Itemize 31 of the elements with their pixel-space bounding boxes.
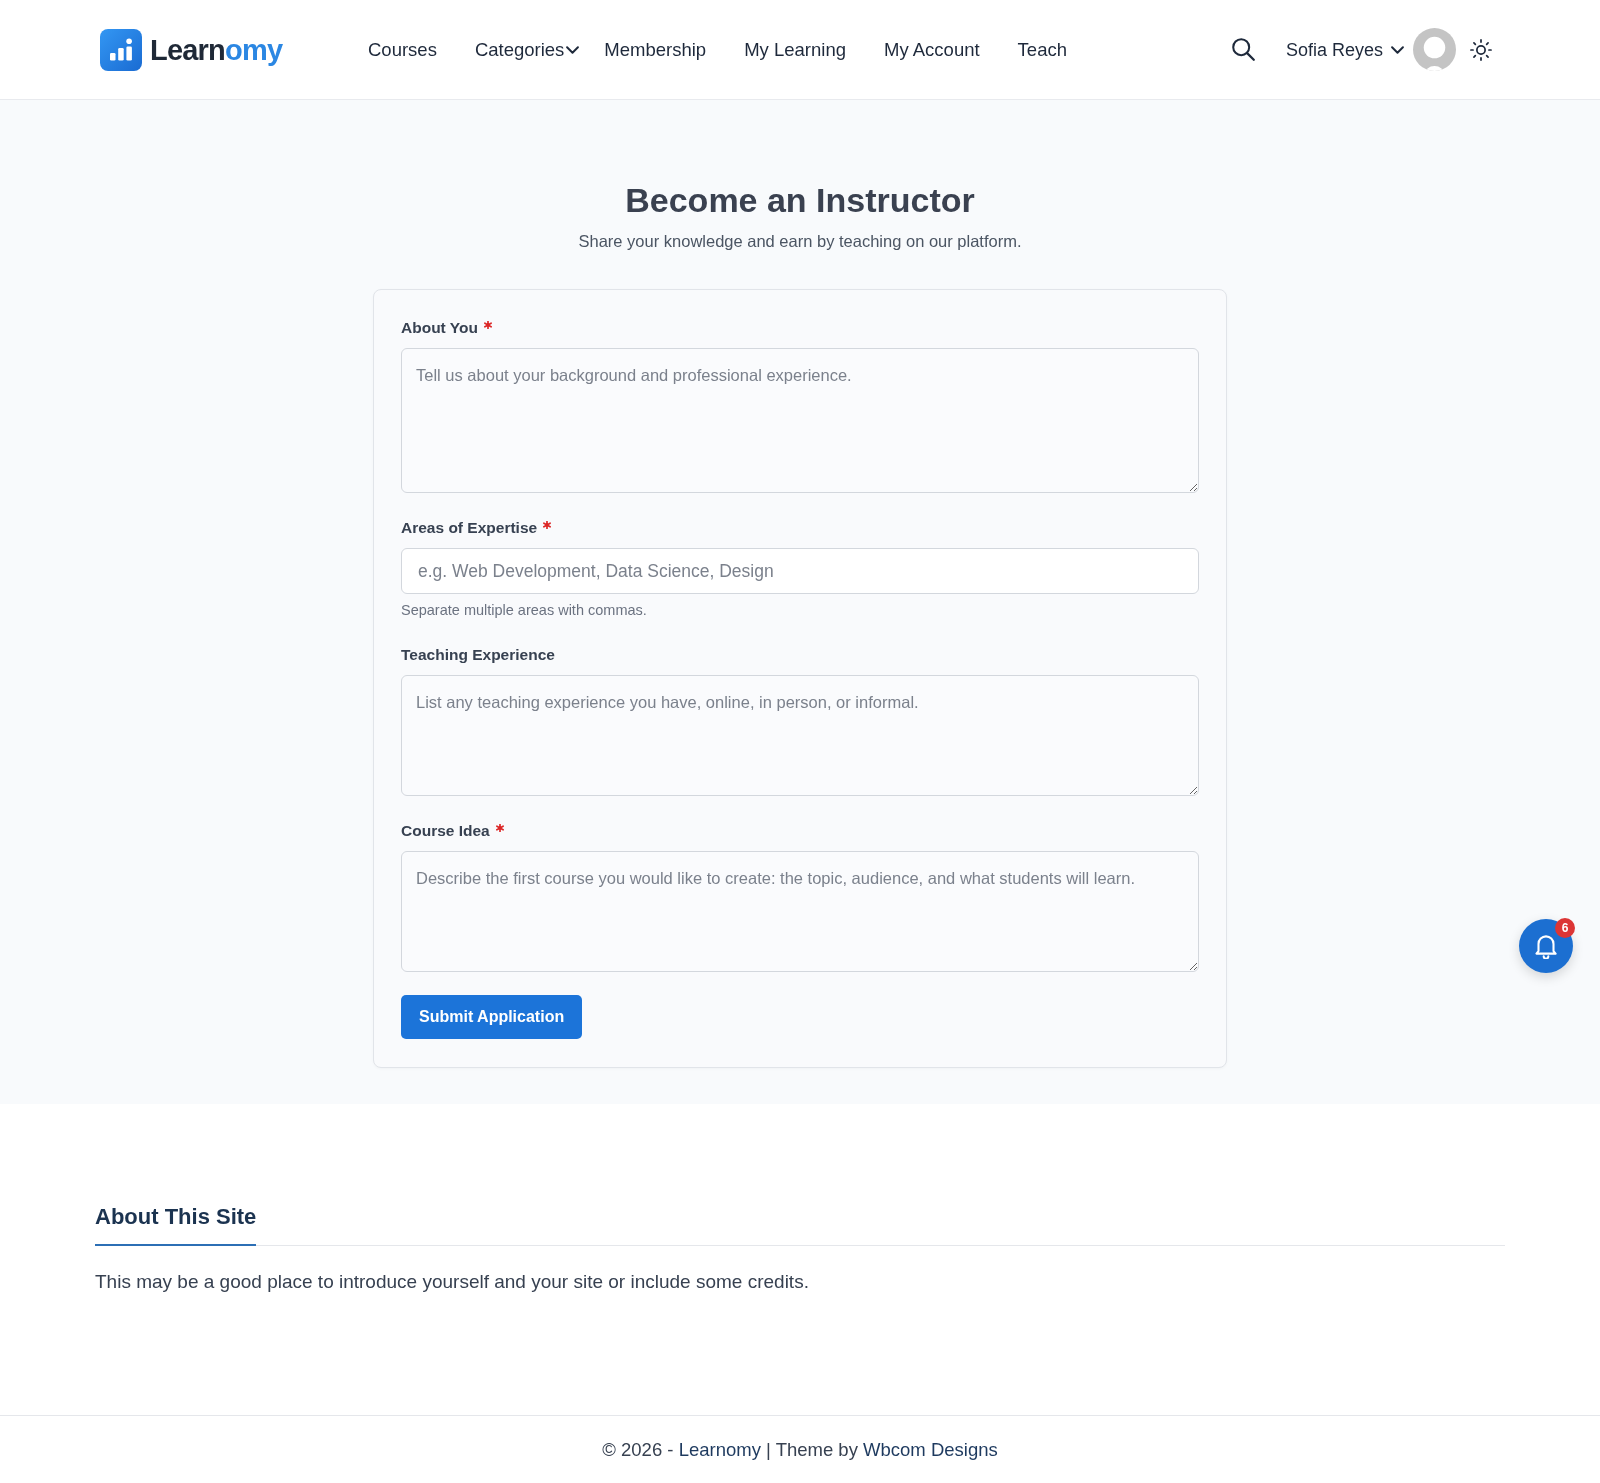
chevron-down-icon [1391,45,1404,54]
page-title: Become an Instructor [625,180,975,221]
page-subtitle: Share your knowledge and earn by teaching on our platform. [578,231,1022,252]
nav-link[interactable]: Categories [474,37,580,62]
chevron-down-icon [566,45,580,54]
field-label: About You [401,318,478,338]
theme-author-link[interactable]: Wbcom Designs [863,1438,998,1460]
text-input[interactable]: e.g. Web Development, Data Science, Design [401,548,1199,594]
sun-icon[interactable] [1470,38,1492,61]
copyright-text: © 2026 - Learnomy | Theme by Wbcom Designs [602,1437,998,1462]
search-icon[interactable] [1231,38,1255,61]
field-label: Areas of Expertise [401,518,538,538]
bell-icon [1535,933,1557,959]
nav-link[interactable]: My Learning [744,37,846,62]
nav-link[interactable]: Teach [1017,37,1067,62]
text-area[interactable]: Tell us about your background and professional experience. [401,348,1199,493]
nav-link[interactable]: Membership [604,37,707,62]
help-text: Separate multiple areas with commas. [401,601,647,620]
site-link[interactable]: Learnomy [678,1438,761,1460]
bar-chart-logo-icon[interactable] [100,28,142,71]
nav-link[interactable]: My Account [883,37,980,62]
widget-text: This may be a good place to introduce yourself and your site or include some credits. [95,1270,809,1294]
text-area[interactable]: Describe the first course you would like to create: the topic, audience, and what students will learn. [401,851,1199,972]
user-menu-button[interactable]: Sofia Reyes [1285,37,1404,62]
submit-button[interactable]: Submit Application [401,995,583,1039]
field-label: Teaching Experience [401,645,555,665]
field-label: Course Idea [401,821,490,841]
logo-wordmark[interactable]: Learnomy [150,32,283,67]
nav-link[interactable]: Courses [368,37,437,62]
widget-title: About This Site [95,1203,257,1231]
text-area[interactable]: List any teaching experience you have, online, in person, or informal. [401,675,1199,796]
